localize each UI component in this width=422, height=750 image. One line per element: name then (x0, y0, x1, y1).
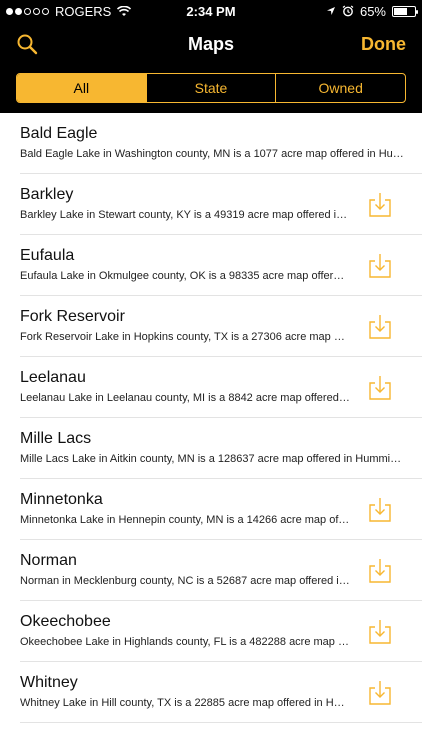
nav-bar: Maps Done (0, 22, 422, 66)
done-button[interactable]: Done (361, 34, 406, 55)
download-icon[interactable] (368, 619, 392, 645)
signal-strength-icon (6, 7, 49, 15)
download-icon[interactable] (368, 192, 392, 218)
location-arrow-icon (326, 7, 335, 15)
map-name: Barkley (20, 186, 74, 203)
status-right: 65% (326, 3, 418, 19)
download-icon[interactable] (368, 314, 392, 340)
map-list-item[interactable]: Fork Reservoir Fork Reservoir Lake in Hop… (20, 296, 422, 357)
map-name: Leelanau (20, 369, 86, 386)
map-description: Whitney Lake in Hill county, TX is a 228… (20, 697, 350, 709)
map-name: Bald Eagle (20, 125, 98, 142)
map-description: Mille Lacs Lake in Aitkin county, MN is … (20, 453, 405, 465)
map-list-item[interactable]: Norman Norman in Mecklenburg county, NC i… (20, 540, 422, 601)
download-icon[interactable] (368, 558, 392, 584)
map-name: Mille Lacs (20, 430, 92, 447)
map-name: Fork Reservoir (20, 308, 125, 325)
map-description: Fork Reservoir Lake in Hopkins county, T… (20, 331, 350, 343)
map-description: Eufaula Lake in Okmulgee county, OK is a… (20, 270, 350, 282)
map-description: Barkley Lake in Stewart county, KY is a … (20, 209, 350, 221)
battery-fill (394, 7, 407, 15)
download-icon[interactable] (368, 497, 392, 523)
map-name: Norman (20, 552, 77, 569)
segment-state[interactable]: State (147, 74, 277, 102)
segment-all[interactable]: All (17, 74, 147, 102)
map-list-item[interactable]: Bald Eagle Bald Eagle Lake in Washington … (20, 113, 422, 174)
carrier-label: ROGERS (55, 3, 112, 19)
map-list-item[interactable]: Okeechobee Okeechobee Lake in Highlands c… (20, 601, 422, 662)
map-name: Okeechobee (20, 613, 111, 630)
map-description: Minnetonka Lake in Hennepin county, MN i… (20, 514, 350, 526)
wifi-icon (117, 5, 132, 16)
download-icon[interactable] (368, 375, 392, 401)
map-list: Bald Eagle Bald Eagle Lake in Washington … (0, 113, 422, 723)
map-list-item[interactable]: Eufaula Eufaula Lake in Okmulgee county, … (20, 235, 422, 296)
status-bar: ROGERS 2:34 PM 65% (0, 0, 422, 22)
segment-owned[interactable]: Owned (276, 74, 405, 102)
map-description: Norman in Mecklenburg county, NC is a 52… (20, 575, 350, 587)
map-name: Eufaula (20, 247, 75, 264)
battery-percent: 65% (359, 3, 386, 19)
map-name: Whitney (20, 674, 78, 691)
page-title: Maps (187, 33, 234, 54)
map-name: Minnetonka (20, 491, 103, 508)
search-icon[interactable] (16, 33, 38, 55)
map-list-item[interactable]: Barkley Barkley Lake in Stewart county, K… (20, 174, 422, 235)
map-description: Okeechobee Lake in Highlands county, FL … (20, 636, 350, 648)
battery-icon (392, 5, 418, 17)
map-description: Leelanau Lake in Leelanau county, MI is … (20, 392, 350, 404)
status-left: ROGERS (6, 3, 132, 19)
map-list-item[interactable]: Whitney Whitney Lake in Hill county, TX i… (20, 662, 422, 723)
map-list-item[interactable]: Leelanau Leelanau Lake in Leelanau county… (20, 357, 422, 418)
map-list-item[interactable]: Mille Lacs Mille Lacs Lake in Aitkin coun… (20, 418, 422, 479)
download-icon[interactable] (368, 253, 392, 279)
filter-bar: All State Owned (0, 66, 422, 113)
alarm-icon (342, 5, 354, 17)
map-description: Bald Eagle Lake in Washington county, MN… (20, 148, 405, 160)
download-icon[interactable] (368, 680, 392, 706)
segmented-control: All State Owned (16, 73, 406, 103)
map-list-item[interactable]: Minnetonka Minnetonka Lake in Hennepin co… (20, 479, 422, 540)
